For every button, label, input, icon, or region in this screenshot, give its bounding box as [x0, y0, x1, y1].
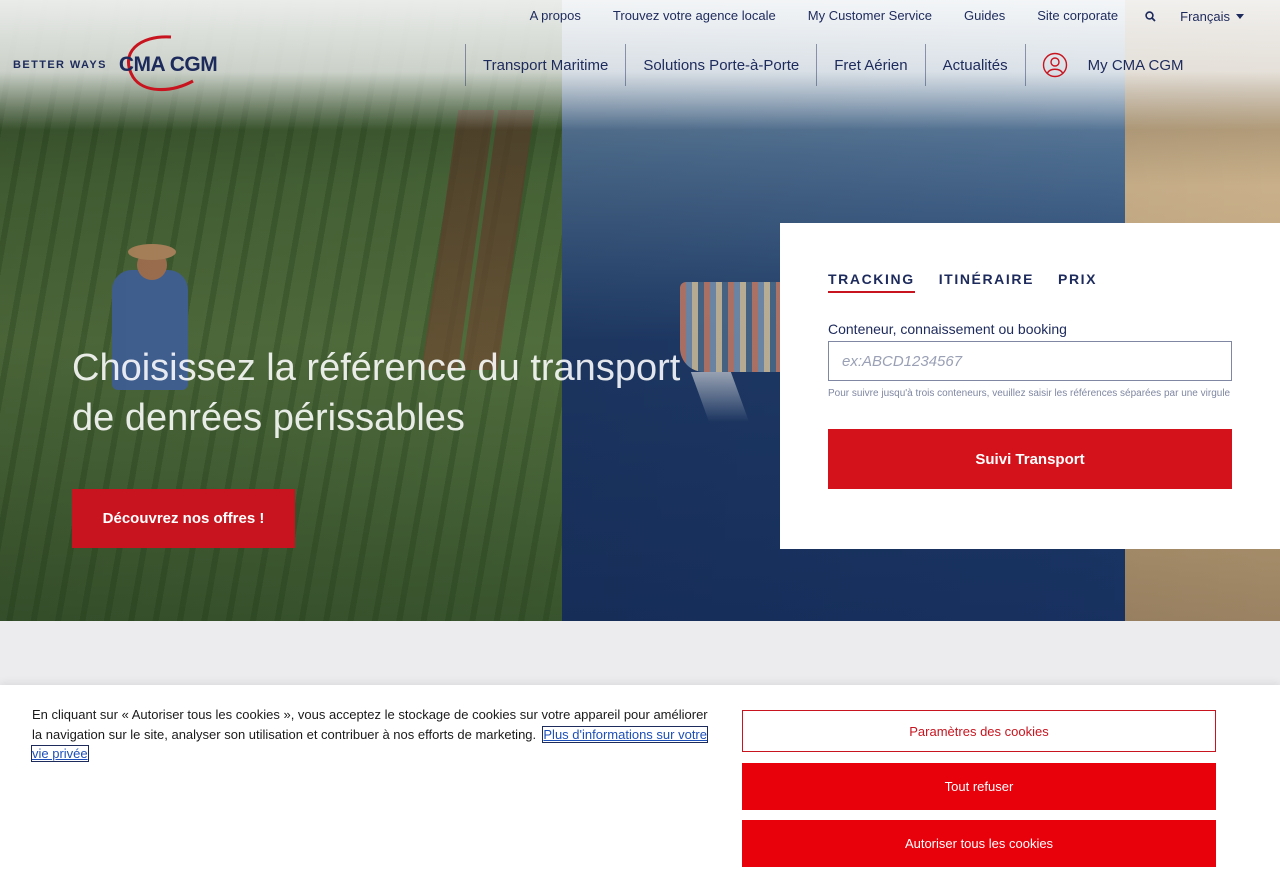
nav-item-actualites[interactable]: Actualités: [924, 44, 1025, 86]
tracking-field-label: Conteneur, connaissement ou booking: [828, 321, 1067, 337]
topbar-link-agence[interactable]: Trouvez votre agence locale: [597, 0, 792, 32]
logo-tagline: BETTER WAYS: [13, 59, 107, 71]
cookie-text: En cliquant sur « Autoriser tous les coo…: [31, 705, 712, 764]
tracking-widget: TRACKING ITINÉRAIRE PRIX Conteneur, conn…: [780, 223, 1280, 549]
account-label: My CMA CGM: [1087, 56, 1184, 74]
nav-item-my-account[interactable]: My CMA CGM: [1024, 44, 1184, 86]
site-logo[interactable]: BETTER WAYS CMA CGM: [13, 35, 219, 94]
nav-item-porte-a-porte[interactable]: Solutions Porte-à-Porte: [625, 44, 816, 86]
tab-prix[interactable]: PRIX: [1058, 271, 1097, 293]
language-selector[interactable]: Français: [1166, 9, 1244, 24]
cookie-settings-button[interactable]: Paramètres des cookies: [742, 710, 1216, 752]
language-label: Français: [1180, 8, 1230, 24]
search-icon[interactable]: [1134, 0, 1166, 32]
nav-item-transport-maritime[interactable]: Transport Maritime: [465, 44, 625, 86]
chevron-down-icon: [1236, 13, 1244, 19]
user-icon: [1042, 52, 1067, 78]
topbar-link-a-propos[interactable]: A propos: [514, 0, 597, 32]
topbar-link-guides[interactable]: Guides: [948, 0, 1021, 32]
offers-button[interactable]: Découvrez nos offres !: [72, 489, 295, 548]
hero-title: Choisissez la référence du transport de …: [72, 347, 681, 439]
tracking-input[interactable]: [828, 341, 1232, 381]
refuse-cookies-button[interactable]: Tout refuser: [742, 763, 1216, 810]
tracking-tabs: TRACKING ITINÉRAIRE PRIX: [828, 271, 1232, 293]
track-shipment-button[interactable]: Suivi Transport: [828, 429, 1232, 489]
topbar-link-customer-service[interactable]: My Customer Service: [792, 0, 948, 32]
logo-brand-text: CMA CGM: [118, 53, 218, 76]
main-nav: Transport Maritime Solutions Porte-à-Por…: [465, 44, 1184, 86]
nav-item-fret-aerien[interactable]: Fret Aérien: [816, 44, 924, 86]
utility-nav: A propos Trouvez votre agence locale My …: [514, 0, 1244, 32]
tab-tracking[interactable]: TRACKING: [828, 271, 915, 293]
logo-brand: CMA CGM: [117, 35, 219, 92]
cookie-banner: En cliquant sur « Autoriser tous les coo…: [0, 685, 1280, 887]
accept-cookies-button[interactable]: Autoriser tous les cookies: [742, 820, 1216, 867]
tab-itineraire[interactable]: ITINÉRAIRE: [939, 271, 1034, 293]
tracking-hint: Pour suivre jusqu'à trois conteneurs, ve…: [828, 388, 1231, 399]
topbar-link-site-corporate[interactable]: Site corporate: [1021, 0, 1134, 32]
